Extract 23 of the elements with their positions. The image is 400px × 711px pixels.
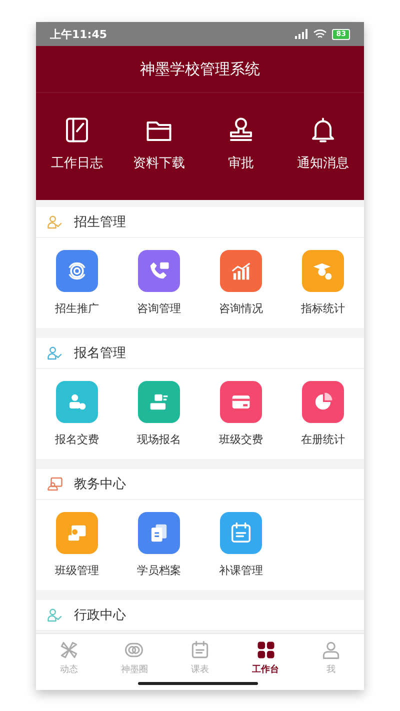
app-tile-button[interactable]: 招生推广 [36, 250, 118, 316]
wifi-icon [313, 29, 328, 39]
app-tile-button[interactable]: 学员档案 [118, 512, 200, 578]
app-tile-button[interactable]: 咨询管理 [118, 250, 200, 316]
app-tile-button[interactable]: 现场报名 [118, 381, 200, 447]
section-title: 行政中心 [74, 607, 126, 624]
section-title: 教务中心 [74, 476, 126, 493]
app-title: 神墨学校管理系统 [36, 46, 364, 93]
app-tile-button[interactable]: 指标统计 [282, 250, 364, 316]
app-tile-button[interactable]: 在册统计 [282, 381, 364, 447]
app-tile-button[interactable]: 班级管理 [36, 512, 118, 578]
app-tile-button[interactable]: 报名交费 [36, 381, 118, 447]
app-tile-button[interactable]: 补课管理 [200, 512, 282, 578]
shortcut-button[interactable]: 通知消息 [282, 115, 364, 172]
shortcut-button[interactable]: 审批 [200, 115, 282, 172]
shortcut-button[interactable]: 工作日志 [36, 115, 118, 172]
signal-icon [295, 29, 308, 39]
app-tile-button[interactable]: 班级交费 [200, 381, 282, 447]
shortcut-button[interactable]: 资料下载 [118, 115, 200, 172]
section-title: 报名管理 [74, 345, 126, 362]
app-tile-button[interactable]: 咨询情况 [200, 250, 282, 316]
status-time: 上午11:45 [50, 26, 108, 42]
section-title: 招生管理 [74, 214, 126, 231]
